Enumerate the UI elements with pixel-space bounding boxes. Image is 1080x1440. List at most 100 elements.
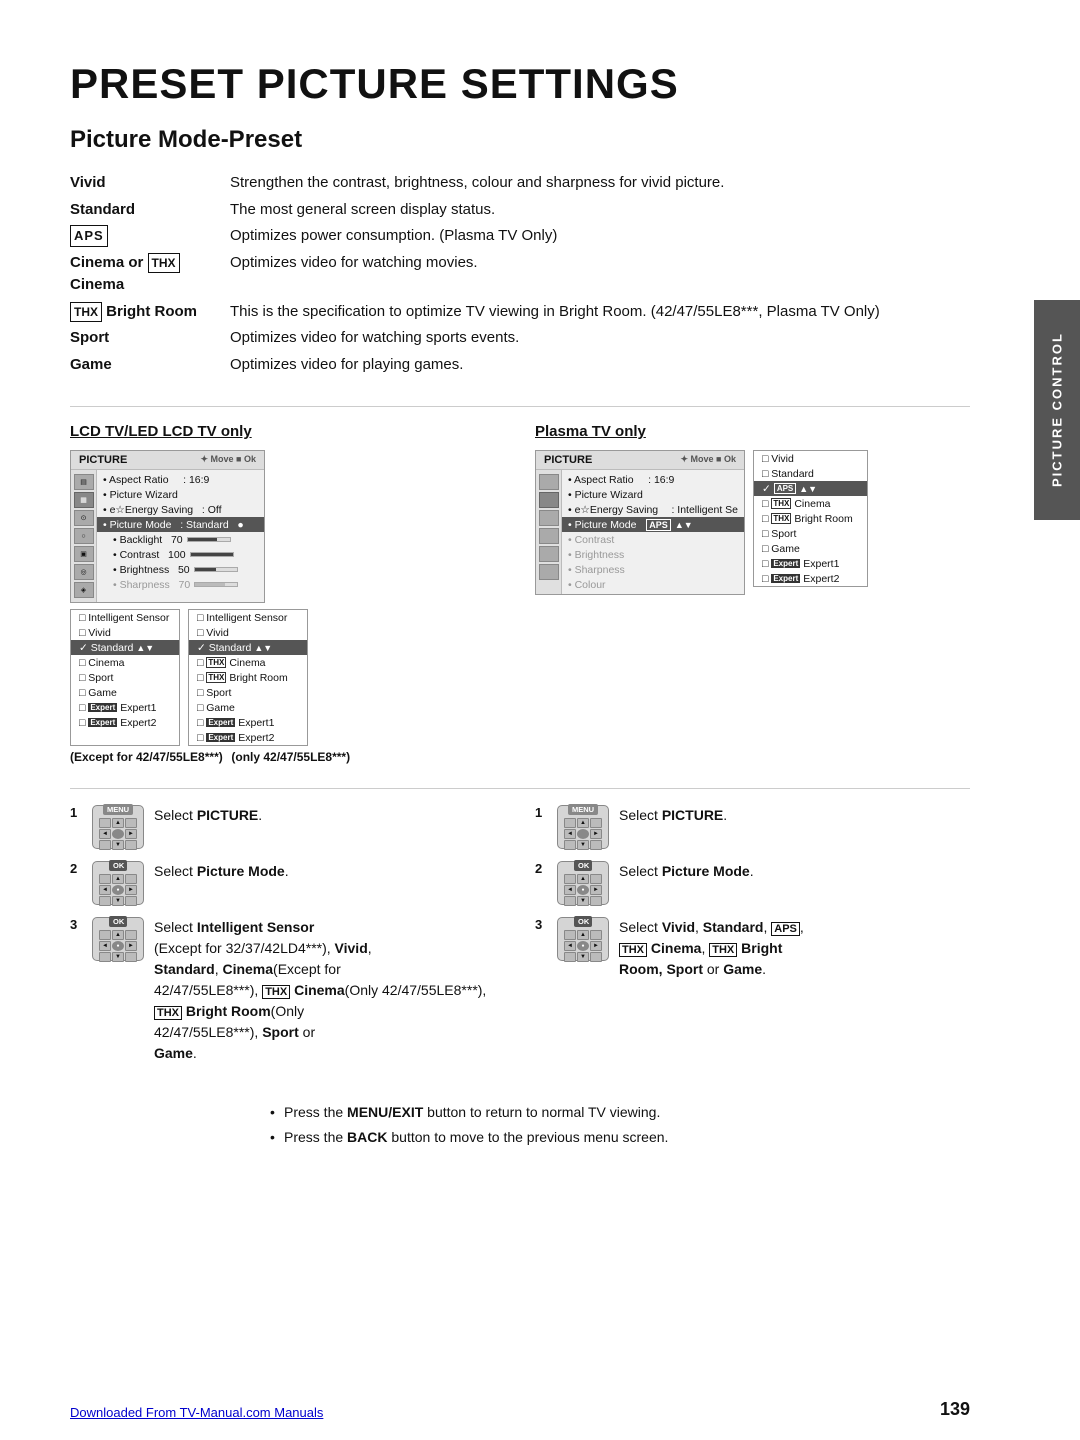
desc-row-aps: APS Optimizes power consumption. (Plasma… xyxy=(70,223,970,250)
desc-row-game: Game Optimizes video for playing games. xyxy=(70,352,970,379)
submenu-r-vivid: □ Vivid xyxy=(189,625,307,640)
remote-ok-lcd-2: OK ▲ ◄ ● ► ▼ xyxy=(92,861,144,905)
pdpad3-br xyxy=(590,952,602,962)
plasma-nav-1 xyxy=(539,474,559,490)
submenu-r-game: □ Game xyxy=(189,700,307,715)
dpad3-tr xyxy=(125,930,137,940)
nav-icon-2: ▦ xyxy=(74,492,94,508)
dpad-tr xyxy=(125,818,137,828)
footer-page-number: 139 xyxy=(940,1399,970,1420)
pdpad3-r: ► xyxy=(590,941,602,951)
dpad2-r: ► xyxy=(125,885,137,895)
pdpad-bl xyxy=(564,840,576,850)
submenu-cinema: □ Cinema xyxy=(71,655,179,670)
def-sport: Optimizes video for watching sports even… xyxy=(230,325,970,352)
plasma-sub-aps-selected: ✓ APS ▲▼ xyxy=(754,481,867,496)
plasma-item-contrast: • Contrast xyxy=(562,532,744,547)
plasma-nav-6 xyxy=(539,564,559,580)
sidebar-label: PICTURE CONTROL xyxy=(1034,300,1080,520)
lcd-item-mode: • Picture Mode : Standard ● xyxy=(97,517,264,532)
submenu-r-standard-selected: ✓ Standard ▲▼ xyxy=(189,640,307,655)
plasma-item-aspect: • Aspect Ratio : 16:9 xyxy=(562,472,744,487)
plasma-sub-expert1: □ Expert Expert1 xyxy=(754,556,867,571)
plasma-item-energy: • e☆Energy Saving: Intelligent Se xyxy=(562,502,744,517)
step-plasma-3: 3 OK ▲ ◄ ● ► ▼ Sele xyxy=(535,917,970,980)
remote-menu-lcd-1: MENU ▲ ◄ ► ▼ xyxy=(92,805,144,849)
lcd-item-energy: • e☆Energy Saving : Off xyxy=(97,502,264,517)
step-plasma-2-desc: Select Picture Mode. xyxy=(619,861,970,882)
submenu-r-thx-bright: □ THX Bright Room xyxy=(189,670,307,685)
term-standard: Standard xyxy=(70,197,230,224)
dpad2-bl xyxy=(99,896,111,906)
step-num-2: 2 xyxy=(70,861,82,876)
lcd-item-wizard: • Picture Wizard xyxy=(97,487,264,502)
footer: Downloaded From TV-Manual.com Manuals 13… xyxy=(70,1399,970,1420)
dpad-tl xyxy=(99,818,111,828)
pdpad3-b: ▼ xyxy=(577,952,589,962)
plasma-item-brightness: • Brightness xyxy=(562,547,744,562)
nav-icon-5: ▣ xyxy=(74,546,94,562)
plasma-item-mode: • Picture Mode APS ▲▼ xyxy=(562,517,744,532)
page-title: PRESET PICTURE SETTINGS xyxy=(70,60,970,108)
step-plasma-1: 1 MENU ▲ ◄ ► ▼ Select PICTURE xyxy=(535,805,970,849)
plasma-sub-thx-bright: □ THX Bright Room xyxy=(754,511,867,526)
dpad2-center: ● xyxy=(112,885,124,895)
bottom-notes: Press the MENU/EXIT button to return to … xyxy=(270,1100,970,1150)
thx-logo-cinema: THX xyxy=(148,253,180,273)
divider xyxy=(70,406,970,407)
lcd-panel-title: LCD TV/LED LCD TV only xyxy=(70,423,505,440)
dpad2-b: ▼ xyxy=(112,896,124,906)
pdpad2-center: ● xyxy=(577,885,589,895)
footer-link[interactable]: Downloaded From TV-Manual.com Manuals xyxy=(70,1405,323,1420)
submenu-intelligent: □ Intelligent Sensor xyxy=(71,610,179,625)
ok-btn-label: OK xyxy=(109,860,127,871)
plasma-nav-4 xyxy=(539,528,559,544)
nav-icon-3: ⊙ xyxy=(74,510,94,526)
lcd-tv-panel: LCD TV/LED LCD TV only PICTURE ✦ Move ■ … xyxy=(70,423,505,764)
description-table: Vivid Strengthen the contrast, brightnes… xyxy=(70,170,970,378)
step-lcd-2-desc: Select Picture Mode. xyxy=(154,861,505,882)
step-p-num-1: 1 xyxy=(535,805,547,820)
pdpad3-l: ◄ xyxy=(564,941,576,951)
pdpad2-b: ▼ xyxy=(577,896,589,906)
step-lcd-1-desc: Select PICTURE. xyxy=(154,805,505,826)
term-sport: Sport xyxy=(70,325,230,352)
pdpad-center xyxy=(577,829,589,839)
dpad-bl xyxy=(99,840,111,850)
remote-menu-plasma-1: MENU ▲ ◄ ► ▼ xyxy=(557,805,609,849)
submenu-expert2: □ Expert Expert2 xyxy=(71,715,179,730)
note-1: Press the MENU/EXIT button to return to … xyxy=(270,1100,970,1125)
desc-row-sport: Sport Optimizes video for watching sport… xyxy=(70,325,970,352)
submenu-expert1: □ Expert Expert1 xyxy=(71,700,179,715)
dpad-l: ◄ xyxy=(99,829,111,839)
plasma-nav-2 xyxy=(539,492,559,508)
dpad3-t: ▲ xyxy=(112,930,124,940)
nav-icon-1: ▤ xyxy=(74,474,94,490)
def-thx-bright: This is the specification to optimize TV… xyxy=(230,299,970,326)
menu-btn-label: MENU xyxy=(103,804,133,815)
nav-icon-6: ◎ xyxy=(74,564,94,580)
def-game: Optimizes video for playing games. xyxy=(230,352,970,379)
submenu-r-expert1: □ Expert Expert1 xyxy=(189,715,307,730)
dpad-t: ▲ xyxy=(112,818,124,828)
step-p-num-3: 3 xyxy=(535,917,547,932)
dpad3-center: ● xyxy=(112,941,124,951)
term-vivid: Vivid xyxy=(70,170,230,197)
lcd-menu-header: PICTURE xyxy=(79,454,127,466)
step-plasma-2: 2 OK ▲ ◄ ● ► ▼ Select Picture xyxy=(535,861,970,905)
remote-ok-plasma-2: OK ▲ ◄ ● ► ▼ xyxy=(557,861,609,905)
submenu-sport: □ Sport xyxy=(71,670,179,685)
def-aps: Optimizes power consumption. (Plasma TV … xyxy=(230,223,970,250)
plasma-sub-sport: □ Sport xyxy=(754,526,867,541)
step-lcd-1: 1 MENU ▲ ◄ ► ▼ Selec xyxy=(70,805,505,849)
pdpad3-center: ● xyxy=(577,941,589,951)
submenu-standard-selected: ✓ Standard ▲▼ xyxy=(71,640,179,655)
dpad-center xyxy=(112,829,124,839)
pdpad-br xyxy=(590,840,602,850)
pdpad2-r: ► xyxy=(590,885,602,895)
term-thx-bright: THX Bright Room xyxy=(70,299,230,326)
lcd-submenu-right: □ Intelligent Sensor □ Vivid ✓ Standard … xyxy=(188,609,308,746)
plasma-sub-game: □ Game xyxy=(754,541,867,556)
submenu-r-expert2: □ Expert Expert2 xyxy=(189,730,307,745)
desc-row-cinema: Cinema or THX Cinema Optimizes video for… xyxy=(70,250,970,299)
